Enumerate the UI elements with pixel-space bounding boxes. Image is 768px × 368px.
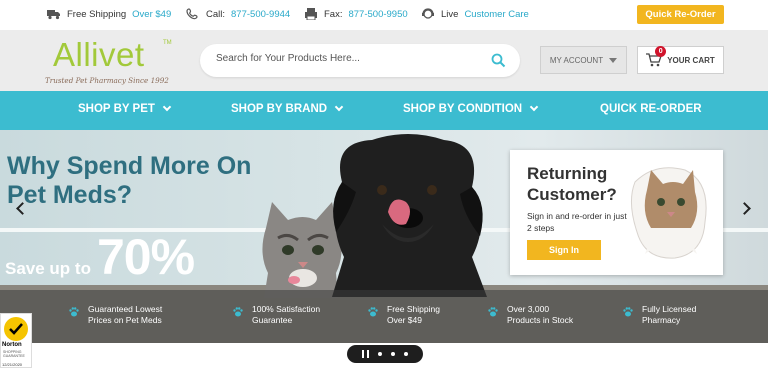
search-input[interactable] [216, 53, 476, 64]
nav-shop-by-pet[interactable]: SHOP BY PET [78, 102, 172, 115]
free-shipping-value[interactable]: Over $49 [132, 9, 171, 20]
paw-icon [623, 307, 633, 317]
feature-text: Over 3,000 Products in Stock [507, 304, 574, 325]
truck-icon [47, 10, 60, 20]
carousel-dot[interactable] [391, 352, 395, 356]
feature-strip: Guaranteed Lowest Prices on Pet Meds 100… [0, 290, 768, 343]
cart-label: YOUR CART [667, 55, 715, 65]
allivet-logo[interactable]: Allivet TM Trusted Pet Pharmacy Since 19… [45, 36, 185, 88]
my-account-label: MY ACCOUNT [549, 55, 604, 65]
nav-label: SHOP BY BRAND [231, 103, 328, 115]
cart-button[interactable]: 0 YOUR CART [637, 46, 724, 74]
logo-wordmark: Allivet [53, 36, 145, 73]
save-percent: 70% [96, 229, 195, 285]
returning-customer-subtitle: Sign in and re-order in just 2 steps [527, 211, 627, 233]
top-utility-bar: Free Shipping Over $49 Call: 877-500-994… [0, 0, 768, 30]
carousel-dot[interactable] [378, 352, 382, 356]
feature-item: Fully Licensed Pharmacy [622, 304, 712, 326]
call-label: Call: [206, 8, 226, 20]
returning-customer-title: Returning Customer? [527, 164, 617, 204]
returning-customer-card: Returning Customer? Sign in and re-order… [510, 150, 723, 275]
customer-care-link[interactable]: Customer Care [464, 9, 528, 20]
nav-label: SHOP BY PET [78, 103, 155, 115]
norton-subtitle: SHOPPING GUARANTEE [3, 350, 25, 358]
norton-wordmark: Norton [2, 342, 22, 348]
call-number[interactable]: 877-500-9944 [231, 9, 290, 20]
chevron-down-icon [529, 102, 539, 112]
norton-shopping-guarantee-badge[interactable]: Norton SHOPPING GUARANTEE 12/21/2020 [0, 313, 32, 368]
checkmark-icon [9, 323, 23, 335]
paw-icon [488, 307, 498, 317]
nav-shop-by-brand[interactable]: SHOP BY BRAND [231, 102, 344, 115]
nav-label: SHOP BY CONDITION [403, 103, 523, 115]
hero-savings: Save up to 70% [5, 228, 195, 286]
paw-icon [233, 307, 243, 317]
carousel-pager [347, 345, 423, 363]
norton-check-icon [4, 317, 28, 341]
chevron-down-icon [162, 102, 172, 112]
feature-item: Guaranteed Lowest Prices on Pet Meds [68, 304, 178, 326]
site-header: Allivet TM Trusted Pet Pharmacy Since 19… [0, 30, 768, 91]
fax-info: Fax: 877-500-9950 [304, 8, 408, 20]
phone-icon [186, 8, 198, 20]
hero-banner: Why Spend More On Pet Meds? Save up to 7… [0, 130, 768, 343]
search-icon[interactable] [491, 53, 506, 68]
save-label: Save up to [5, 259, 91, 278]
feature-item: 100% Satisfaction Guarantee [232, 304, 332, 326]
nav-quick-reorder[interactable]: QUICK RE-ORDER [600, 103, 702, 115]
nav-label: QUICK RE-ORDER [600, 103, 702, 115]
dog-image [332, 134, 487, 297]
fax-label: Fax: [324, 8, 343, 20]
fax-icon [305, 8, 317, 20]
feature-text: Fully Licensed Pharmacy [642, 304, 697, 325]
paw-icon [368, 307, 378, 317]
paw-icon [69, 307, 79, 317]
sign-in-button[interactable]: Sign In [527, 240, 601, 260]
feature-text: 100% Satisfaction Guarantee [252, 304, 321, 325]
feature-text: Guaranteed Lowest Prices on Pet Meds [88, 304, 163, 325]
search-bar [200, 44, 520, 77]
hero-headline: Why Spend More On Pet Meds? [7, 152, 252, 209]
call-info: Call: 877-500-9944 [186, 8, 290, 20]
quick-reorder-button[interactable]: Quick Re-Order [637, 5, 724, 24]
logo-trademark: TM [163, 40, 172, 46]
customer-care-icon [422, 8, 434, 19]
carousel-next-arrow[interactable] [738, 202, 751, 215]
feature-item: Over 3,000 Products in Stock [487, 304, 583, 326]
nav-shop-by-condition[interactable]: SHOP BY CONDITION [403, 102, 539, 115]
live-label: Live [441, 8, 459, 20]
my-account-dropdown[interactable]: MY ACCOUNT [540, 46, 627, 74]
pause-icon[interactable] [362, 350, 369, 358]
feature-item: Free Shipping Over $49 [367, 304, 457, 326]
free-shipping-label: Free Shipping [67, 8, 127, 20]
kitten-peek-image [631, 167, 707, 259]
chevron-down-icon [334, 102, 344, 112]
cart-icon-wrap: 0 [646, 46, 667, 67]
main-nav: SHOP BY PET SHOP BY BRAND SHOP BY CONDIT… [0, 91, 768, 130]
live-care-info[interactable]: Live Customer Care [421, 8, 529, 20]
norton-date: 12/21/2020 [2, 362, 23, 367]
cart-count-badge: 0 [655, 46, 667, 57]
logo-tagline: Trusted Pet Pharmacy Since 1992 [45, 76, 169, 85]
free-shipping-info: Free Shipping Over $49 [47, 8, 171, 20]
caret-down-icon [609, 57, 618, 63]
fax-number[interactable]: 877-500-9950 [348, 9, 407, 20]
feature-text: Free Shipping Over $49 [387, 304, 440, 325]
carousel-dot[interactable] [404, 352, 408, 356]
